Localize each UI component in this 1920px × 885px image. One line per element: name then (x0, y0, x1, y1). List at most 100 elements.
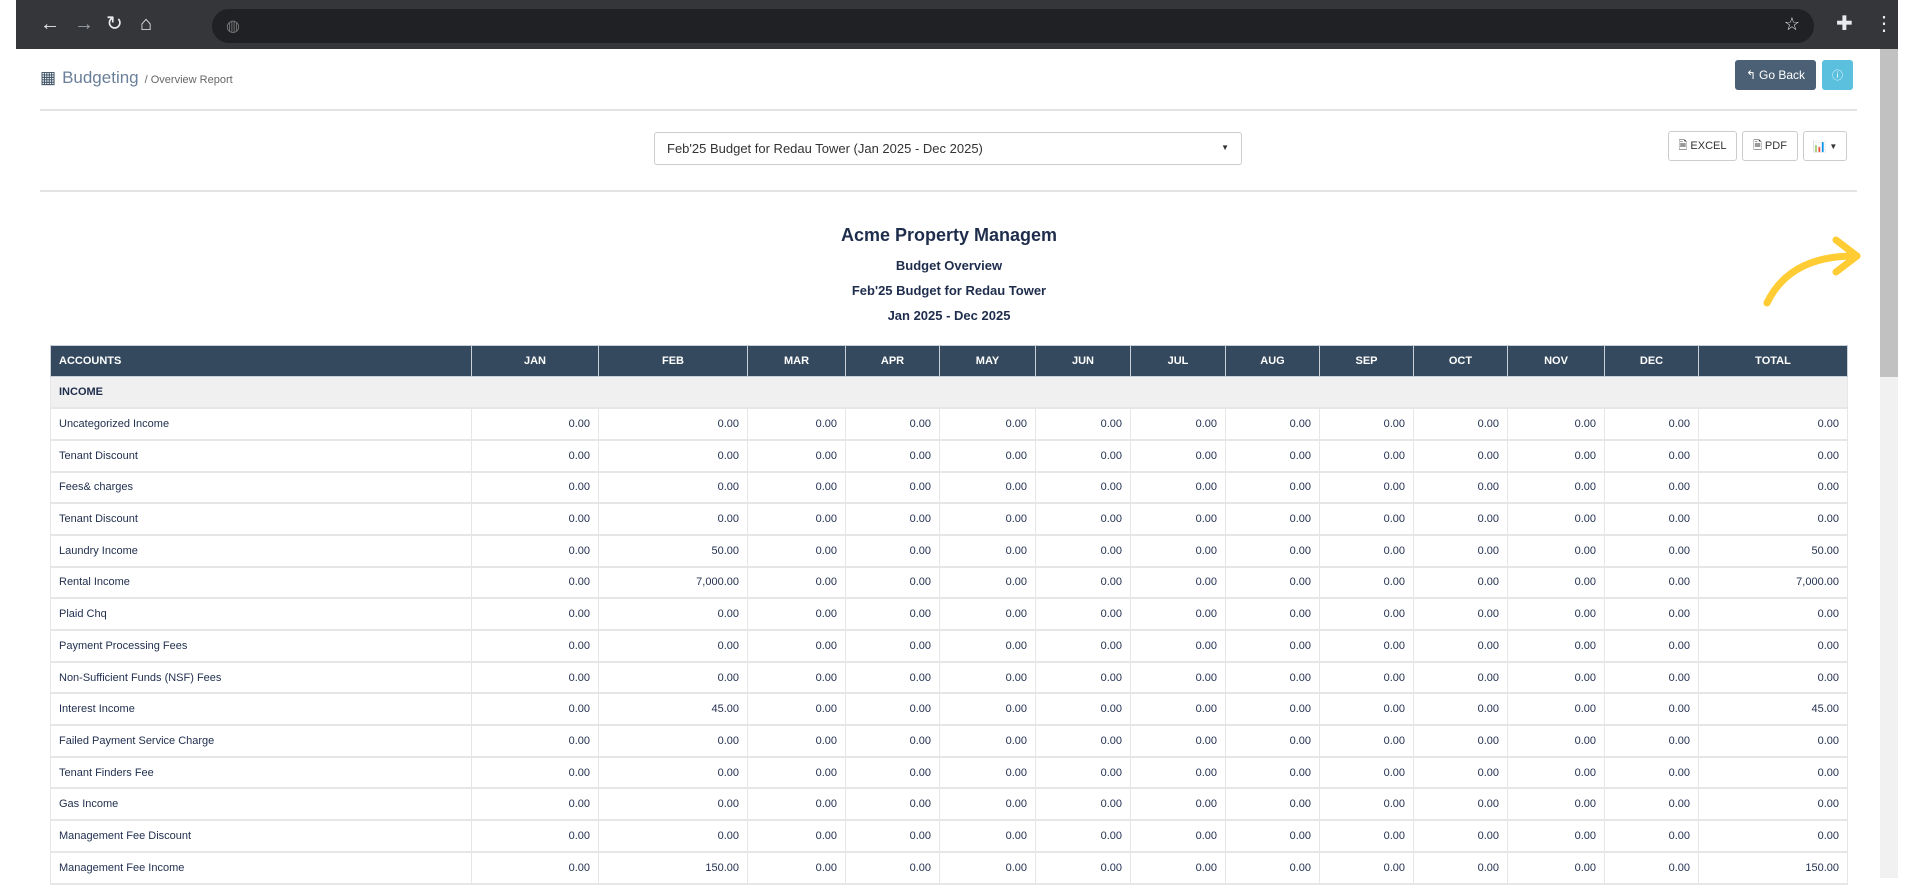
cell-oct: 0.00 (1413, 566, 1508, 600)
cell-jun: 0.00 (1035, 439, 1131, 473)
excel-file-icon: 🗎 (1678, 139, 1688, 152)
cell-sep: 0.00 (1319, 629, 1414, 663)
cell-feb: 0.00 (598, 787, 748, 822)
cell-sep: 0.00 (1319, 534, 1414, 568)
cell-feb: 0.00 (598, 724, 748, 758)
scrollbar-thumb[interactable] (1880, 49, 1898, 377)
reload-icon[interactable]: ↻ (106, 12, 123, 36)
cell-aug: 0.00 (1225, 439, 1320, 473)
column-header-accounts: ACCOUNTS (50, 345, 472, 377)
cell-apr: 0.00 (845, 597, 940, 631)
cell-dec: 0.00 (1604, 787, 1699, 822)
go-back-button[interactable]: ↰ Go Back (1735, 60, 1816, 90)
bar-chart-icon: 📊 (1812, 140, 1827, 153)
breadcrumb-title[interactable]: Budgeting (62, 68, 139, 88)
cell-jul: 0.00 (1130, 787, 1226, 822)
cell-jan: 0.00 (471, 756, 599, 790)
cell-may: 0.00 (939, 502, 1036, 536)
account-name: Management Fee Discount (50, 819, 472, 853)
budget-select[interactable]: Feb'25 Budget for Redau Tower (Jan 2025 … (654, 132, 1242, 165)
cell-may: 0.00 (939, 407, 1036, 441)
cell-jun: 0.00 (1035, 819, 1131, 853)
cell-jun: 0.00 (1035, 756, 1131, 790)
cell-oct: 0.00 (1413, 851, 1508, 885)
bookmark-star-icon[interactable]: ☆ (1784, 14, 1800, 35)
cell-aug: 0.00 (1225, 787, 1320, 822)
cell-jul: 0.00 (1130, 661, 1226, 695)
cell-aug: 0.00 (1225, 756, 1320, 790)
cell-total: 0.00 (1698, 629, 1848, 663)
chart-dropdown-button[interactable]: 📊 ▼ (1803, 131, 1847, 161)
cell-oct: 0.00 (1413, 597, 1508, 631)
excel-button[interactable]: 🗎 EXCEL (1668, 131, 1737, 161)
info-button[interactable]: ⓘ (1822, 60, 1853, 90)
cell-sep: 0.00 (1319, 787, 1414, 822)
table-row: Fees& charges 0.00 0.00 0.00 0.00 0.00 0.00 0.0… (50, 471, 1848, 505)
address-bar[interactable]: ◍ ☆ (212, 9, 1814, 43)
cell-feb: 50.00 (598, 534, 748, 568)
cell-oct: 0.00 (1413, 819, 1508, 853)
cell-mar: 0.00 (747, 819, 846, 853)
cell-jul: 0.00 (1130, 534, 1226, 568)
account-name: Failed Payment Service Charge (50, 724, 472, 758)
cell-jan: 0.00 (471, 787, 599, 822)
cell-jul: 0.00 (1130, 566, 1226, 600)
menu-icon[interactable]: ⋮ (1874, 12, 1894, 36)
cell-feb: 0.00 (598, 819, 748, 853)
report-company: Acme Property Managem (840, 225, 1058, 245)
cell-sep: 0.00 (1319, 502, 1414, 536)
pdf-label: PDF (1764, 140, 1787, 152)
column-header-feb: FEB (598, 345, 748, 377)
extensions-icon[interactable]: ✚ (1836, 12, 1853, 36)
table-row: Gas Income 0.00 0.00 0.00 0.00 0.00 0.00 0.00 0.… (50, 787, 1848, 822)
cell-mar: 0.00 (747, 407, 846, 441)
cell-nov: 0.00 (1507, 407, 1605, 441)
cell-apr: 0.00 (845, 502, 940, 536)
table-row: Laundry Income 0.00 50.00 0.00 0.00 0.00 0.00 0… (50, 534, 1848, 568)
cell-may: 0.00 (939, 439, 1036, 473)
cell-mar: 0.00 (747, 629, 846, 663)
cell-apr: 0.00 (845, 629, 940, 663)
cell-mar: 0.00 (747, 534, 846, 568)
table-row: Tenant Finders Fee 0.00 0.00 0.00 0.00 0.00 0.… (50, 756, 1848, 790)
cell-nov: 0.00 (1507, 502, 1605, 536)
account-name: Tenant Discount (50, 439, 472, 473)
cell-total: 0.00 (1698, 819, 1848, 853)
back-icon[interactable]: ← (40, 12, 60, 36)
cell-total: 0.00 (1698, 471, 1848, 505)
cell-total: 150.00 (1698, 851, 1848, 885)
forward-icon[interactable]: → (74, 12, 94, 36)
cell-nov: 0.00 (1507, 851, 1605, 885)
report-period: Jan 2025 - Dec 2025 (887, 308, 1011, 323)
cell-jun: 0.00 (1035, 566, 1131, 600)
cell-jul: 0.00 (1130, 439, 1226, 473)
cell-may: 0.00 (939, 724, 1036, 758)
cell-aug: 0.00 (1225, 566, 1320, 600)
account-name: Fees& charges (50, 471, 472, 505)
divider (40, 190, 1857, 192)
cell-nov: 0.00 (1507, 439, 1605, 473)
cell-jan: 0.00 (471, 692, 599, 727)
annotation-arrow-icon (1763, 236, 1861, 307)
column-header-dec: DEC (1604, 345, 1699, 377)
cell-jul: 0.00 (1130, 629, 1226, 663)
account-name: Laundry Income (50, 534, 472, 568)
cell-nov: 0.00 (1507, 787, 1605, 822)
cell-sep: 0.00 (1319, 724, 1414, 758)
cell-aug: 0.00 (1225, 661, 1320, 695)
home-icon[interactable]: ⌂ (140, 12, 152, 36)
account-name: Non-Sufficient Funds (NSF) Fees (50, 661, 472, 695)
cell-mar: 0.00 (747, 597, 846, 631)
cell-dec: 0.00 (1604, 407, 1699, 441)
account-name: Interest Income (50, 692, 472, 727)
cell-oct: 0.00 (1413, 407, 1508, 441)
cell-aug: 0.00 (1225, 629, 1320, 663)
column-header-jun: JUN (1035, 345, 1131, 377)
cell-mar: 0.00 (747, 851, 846, 885)
cell-may: 0.00 (939, 819, 1036, 853)
cell-oct: 0.00 (1413, 756, 1508, 790)
pdf-button[interactable]: 🗎 PDF (1742, 131, 1798, 161)
cell-jan: 0.00 (471, 661, 599, 695)
cell-aug: 0.00 (1225, 534, 1320, 568)
account-name: Payment Processing Fees (50, 629, 472, 663)
